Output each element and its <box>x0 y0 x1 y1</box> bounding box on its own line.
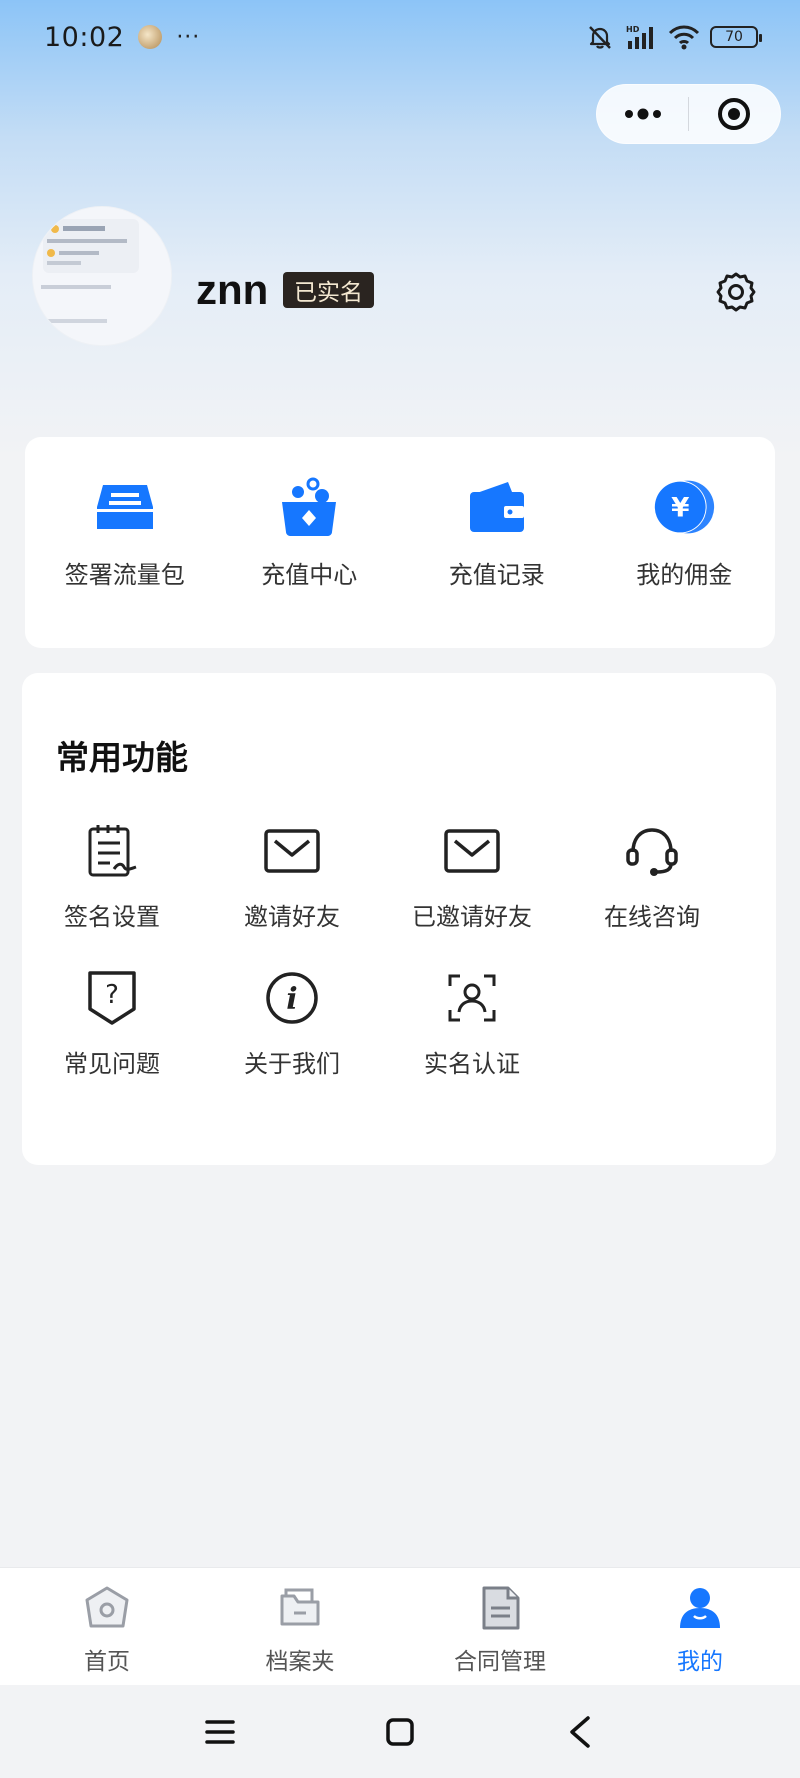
wallet-item-recharge-record[interactable]: 充值记录 <box>400 475 588 590</box>
status-right: HD 70 <box>586 23 762 51</box>
func-item-signature-settings[interactable]: 签名设置 <box>22 821 202 968</box>
avatar-image <box>33 207 171 345</box>
tab-label: 档案夹 <box>265 1649 335 1675</box>
tab-label: 我的 <box>677 1649 723 1675</box>
face-scan-icon <box>442 968 502 1028</box>
app-notification-icon <box>138 25 163 49</box>
headset-icon <box>622 821 682 881</box>
wallet-item-label: 我的佣金 <box>636 561 733 589</box>
more-notifications-icon: ··· <box>176 24 201 50</box>
tab-home[interactable]: 首页 <box>0 1568 200 1685</box>
avatar[interactable] <box>32 206 172 346</box>
svg-text:HD: HD <box>626 25 640 34</box>
wallet-item-label: 签署流量包 <box>64 561 185 589</box>
status-time: 10:02 <box>44 21 125 53</box>
home-icon <box>81 1582 133 1634</box>
info-circle-icon: i <box>262 968 322 1028</box>
func-item-label: 常见问题 <box>64 1050 160 1078</box>
func-item-label: 签名设置 <box>64 903 160 931</box>
func-item-real-name-auth[interactable]: 实名认证 <box>382 968 562 1115</box>
signal-icon: HD <box>626 25 653 49</box>
yen-coin-icon: ¥ <box>652 475 716 539</box>
tab-label: 首页 <box>84 1649 130 1675</box>
wallet-item-recharge-center[interactable]: 充值中心 <box>213 475 401 590</box>
status-left: 10:02 ··· <box>44 22 200 53</box>
settings-button[interactable] <box>714 270 758 314</box>
section-title: 常用功能 <box>56 738 188 777</box>
wallet-item-label: 充值记录 <box>448 561 545 589</box>
func-item-invite-friends[interactable]: 邀请好友 <box>202 821 382 968</box>
func-item-label: 实名认证 <box>424 1050 520 1078</box>
tray-icon <box>93 475 157 539</box>
wifi-icon <box>668 25 700 50</box>
square-icon <box>386 1717 414 1746</box>
username: znn <box>196 266 269 313</box>
bottom-tab-bar: 首页 档案夹 合同管理 我的 <box>0 1567 800 1685</box>
func-item-online-consult[interactable]: 在线咨询 <box>562 821 742 968</box>
wallet-item-my-commission[interactable]: ¥ 我的佣金 <box>588 475 776 590</box>
svg-text:¥: ¥ <box>671 493 690 523</box>
verified-badge: 已实名 <box>283 272 374 308</box>
envelope-icon <box>262 821 322 881</box>
functions-grid: 签名设置 邀请好友 已邀请好友 在线咨询 ? 常见问题 i 关于我们 实名认证 <box>22 821 776 1115</box>
tab-mine[interactable]: 我的 <box>600 1568 800 1685</box>
wallet-item-label: 充值中心 <box>261 561 358 589</box>
status-bar: 10:02 ··· HD 70 <box>0 0 800 74</box>
func-item-label: 在线咨询 <box>604 903 700 931</box>
capsule-more-button[interactable] <box>597 84 688 144</box>
func-item-faq[interactable]: ? 常见问题 <box>22 968 202 1115</box>
recharge-box-icon <box>277 475 341 539</box>
svg-text:i: i <box>286 982 297 1017</box>
miniprogram-capsule <box>596 84 781 144</box>
tab-folder[interactable]: 档案夹 <box>200 1568 400 1685</box>
tab-contracts[interactable]: 合同管理 <box>400 1568 600 1685</box>
func-item-label: 邀请好友 <box>244 903 340 931</box>
more-dots-icon <box>624 108 661 120</box>
target-close-icon <box>718 98 751 130</box>
svg-text:?: ? <box>105 980 119 1010</box>
user-icon <box>674 1582 726 1634</box>
folder-icon <box>274 1582 326 1634</box>
home-nav-button[interactable] <box>380 1712 420 1752</box>
func-item-about-us[interactable]: i 关于我们 <box>202 968 382 1115</box>
wallet-item-traffic-pack[interactable]: 签署流量包 <box>25 475 213 590</box>
system-nav-bar <box>0 1685 800 1778</box>
chevron-left-icon <box>570 1715 590 1748</box>
gear-icon <box>716 272 756 312</box>
wallet-grid: 签署流量包 充值中心 充值记录 ¥ 我的佣金 <box>25 437 775 590</box>
signature-note-icon <box>82 821 142 881</box>
tab-label: 合同管理 <box>454 1649 546 1675</box>
battery-indicator: 70 <box>710 26 762 48</box>
capsule-close-button[interactable] <box>689 84 780 144</box>
back-button[interactable] <box>560 1712 600 1752</box>
menu-icon <box>205 1719 235 1744</box>
func-item-invited-friends[interactable]: 已邀请好友 <box>382 821 562 968</box>
menu-button[interactable] <box>200 1712 240 1752</box>
func-item-label: 关于我们 <box>244 1050 340 1078</box>
envelope-icon <box>442 821 502 881</box>
document-icon <box>474 1582 526 1634</box>
func-item-label: 已邀请好友 <box>412 903 532 931</box>
wallet-icon <box>465 475 529 539</box>
question-shield-icon: ? <box>82 968 142 1028</box>
wallet-card: 签署流量包 充值中心 充值记录 ¥ 我的佣金 <box>25 437 775 648</box>
mute-bell-icon <box>589 26 611 49</box>
common-functions-card: 常用功能 签名设置 邀请好友 已邀请好友 在线咨询 ? 常见问题 i 关于我们 … <box>22 673 776 1165</box>
